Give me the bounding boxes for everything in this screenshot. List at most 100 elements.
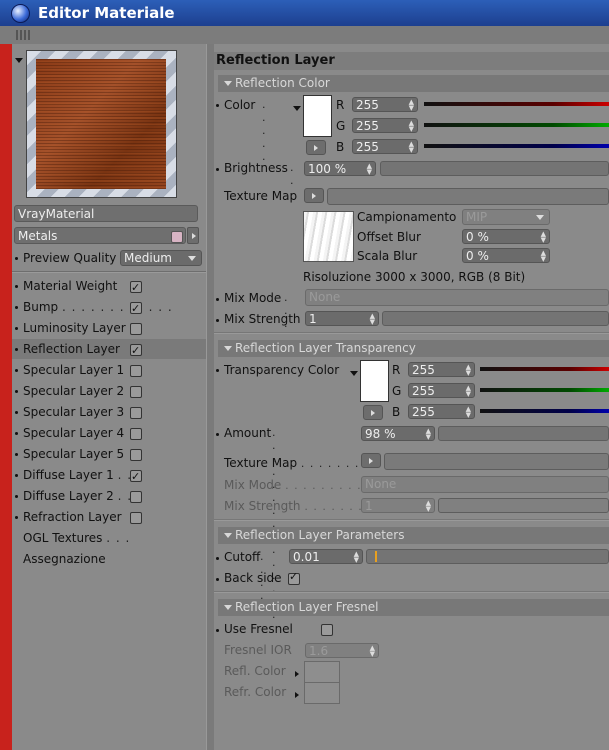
- b-slider[interactable]: [424, 144, 609, 148]
- assegnazione-item[interactable]: Assegnazione: [12, 549, 206, 569]
- r-slider[interactable]: [424, 102, 609, 106]
- texture-map-button[interactable]: [304, 188, 324, 203]
- amount-field[interactable]: 98 % ▲ ▼: [361, 426, 435, 441]
- r-label: R: [336, 98, 345, 112]
- chevron-right-icon: [192, 233, 196, 239]
- r-slider[interactable]: [480, 367, 609, 371]
- offset-blur-field[interactable]: 0 % ▲ ▼: [462, 229, 550, 244]
- layer-item-specular-3[interactable]: Specular Layer 3: [12, 402, 206, 422]
- chevron-right-icon: [369, 458, 373, 464]
- texture-thumbnail[interactable]: [303, 211, 354, 262]
- g-slider[interactable]: [480, 388, 609, 392]
- transparency-mix-strength-field[interactable]: 1 ▲ ▼: [361, 498, 435, 513]
- reflection-g-field[interactable]: 255 ▲ ▼: [352, 118, 418, 133]
- checkbox[interactable]: [130, 341, 142, 361]
- campionamento-label: Campionamento: [357, 210, 457, 224]
- refr-color-menu-icon[interactable]: [295, 687, 299, 701]
- reflection-b-field[interactable]: 255 ▲ ▼: [352, 139, 418, 154]
- layer-item-reflection[interactable]: Reflection Layer: [12, 339, 206, 361]
- checkbox[interactable]: [130, 323, 142, 335]
- checkbox[interactable]: [130, 407, 142, 419]
- wood-texture-preview: [36, 59, 166, 189]
- group-arrow-button[interactable]: [187, 227, 199, 244]
- ogl-textures-item[interactable]: OGL Textures . . .: [12, 528, 206, 548]
- grip-icon[interactable]: [16, 30, 30, 40]
- layer-item-refraction[interactable]: Refraction Layer: [12, 507, 206, 527]
- layer-item-specular-1[interactable]: Specular Layer 1: [12, 360, 206, 380]
- collapse-icon: [224, 532, 232, 538]
- texture-map-field[interactable]: [327, 188, 609, 205]
- brightness-field[interactable]: 100 % ▲ ▼: [304, 161, 376, 176]
- title-bar[interactable]: Editor Materiale: [0, 0, 609, 26]
- transparency-texture-field[interactable]: [384, 453, 609, 470]
- material-group-field[interactable]: Metals: [14, 227, 186, 244]
- reflection-color-swatch[interactable]: [303, 95, 332, 137]
- transparency-expand-button[interactable]: [363, 405, 383, 420]
- checkbox[interactable]: [130, 386, 142, 398]
- g-label: G: [392, 384, 402, 398]
- group-color-swatch[interactable]: [171, 231, 183, 243]
- b-slider[interactable]: [480, 409, 609, 413]
- use-fresnel-checkbox[interactable]: [320, 624, 333, 636]
- material-name-field[interactable]: VrayMaterial: [14, 205, 198, 222]
- mix-strength-field[interactable]: 1 ▲ ▼: [305, 311, 379, 326]
- transparency-texture-button[interactable]: [361, 453, 381, 468]
- section-fresnel[interactable]: Reflection Layer Fresnel: [218, 599, 609, 616]
- layer-item-diffuse-2[interactable]: Diffuse Layer 2 . .: [12, 486, 206, 506]
- color-expand-button[interactable]: [306, 140, 326, 155]
- amount-slider[interactable]: [438, 426, 609, 441]
- layer-item-specular-4[interactable]: Specular Layer 4: [12, 423, 206, 443]
- brightness-slider[interactable]: [380, 161, 609, 176]
- cutoff-slider-handle[interactable]: [375, 551, 377, 562]
- preview-menu-icon[interactable]: [15, 52, 23, 66]
- mix-strength-slider[interactable]: [382, 311, 609, 326]
- refr-color-swatch[interactable]: [304, 682, 340, 704]
- transparency-color-swatch[interactable]: [360, 360, 389, 402]
- checkbox[interactable]: [130, 278, 142, 298]
- transparency-menu-icon[interactable]: [350, 365, 358, 379]
- checkbox[interactable]: [130, 428, 142, 440]
- checkbox[interactable]: [130, 365, 142, 377]
- reflection-r-field[interactable]: 255 ▲ ▼: [352, 97, 418, 112]
- section-reflection-color[interactable]: Reflection Color: [218, 75, 609, 92]
- scala-blur-label: Scala Blur: [357, 249, 418, 263]
- g-label: G: [336, 119, 346, 133]
- transparency-mix-mode-select[interactable]: None: [361, 476, 609, 493]
- checkbox[interactable]: [130, 467, 142, 487]
- refl-color-menu-icon[interactable]: [295, 666, 299, 680]
- preview-quality-select[interactable]: Medium: [120, 250, 202, 266]
- section-transparency[interactable]: Reflection Layer Transparency: [218, 340, 609, 357]
- g-slider[interactable]: [424, 123, 609, 127]
- scala-blur-field[interactable]: 0 % ▲ ▼: [462, 248, 550, 263]
- texture-resolution: Risoluzione 3000 x 3000, RGB (8 Bit): [303, 270, 526, 284]
- color-menu-icon[interactable]: [293, 100, 301, 114]
- checkbox[interactable]: [130, 512, 142, 524]
- layer-item-specular-5[interactable]: Specular Layer 5: [12, 444, 206, 464]
- texture-map-label: Texture Map: [224, 189, 298, 203]
- r-label: R: [392, 363, 401, 377]
- cutoff-slider[interactable]: [366, 549, 609, 564]
- chevron-down-icon: [188, 256, 196, 261]
- layer-item-diffuse-1[interactable]: Diffuse Layer 1 . .: [12, 465, 206, 487]
- refl-color-swatch[interactable]: [304, 661, 340, 683]
- material-group-label: Metals: [18, 229, 58, 243]
- transparency-mix-strength-slider[interactable]: [438, 498, 609, 513]
- layer-item-material-weight[interactable]: Material Weight: [12, 276, 206, 298]
- checkbox[interactable]: [130, 449, 142, 461]
- layer-item-luminosity[interactable]: Luminosity Layer: [12, 318, 206, 338]
- transparency-g-field[interactable]: 255 ▲ ▼: [408, 383, 475, 398]
- mix-mode-select[interactable]: None: [305, 289, 609, 306]
- transparency-b-field[interactable]: 255 ▲ ▼: [408, 404, 475, 419]
- fresnel-ior-field[interactable]: 1.6 ▲ ▼: [305, 643, 379, 658]
- app-icon: [11, 4, 30, 23]
- checkbox[interactable]: [130, 491, 142, 503]
- checkbox[interactable]: [130, 299, 142, 319]
- transparency-r-field[interactable]: 255 ▲ ▼: [408, 362, 475, 377]
- layer-item-bump[interactable]: Bump . . . . . . . . . . . .: [12, 297, 206, 319]
- b-label: B: [336, 140, 345, 154]
- cutoff-field[interactable]: 0.01 ▲ ▼: [289, 549, 363, 564]
- layer-item-specular-2[interactable]: Specular Layer 2: [12, 381, 206, 401]
- section-parameters[interactable]: Reflection Layer Parameters: [218, 527, 609, 544]
- backside-checkbox[interactable]: [288, 570, 300, 585]
- campionamento-select[interactable]: MIP: [462, 209, 550, 225]
